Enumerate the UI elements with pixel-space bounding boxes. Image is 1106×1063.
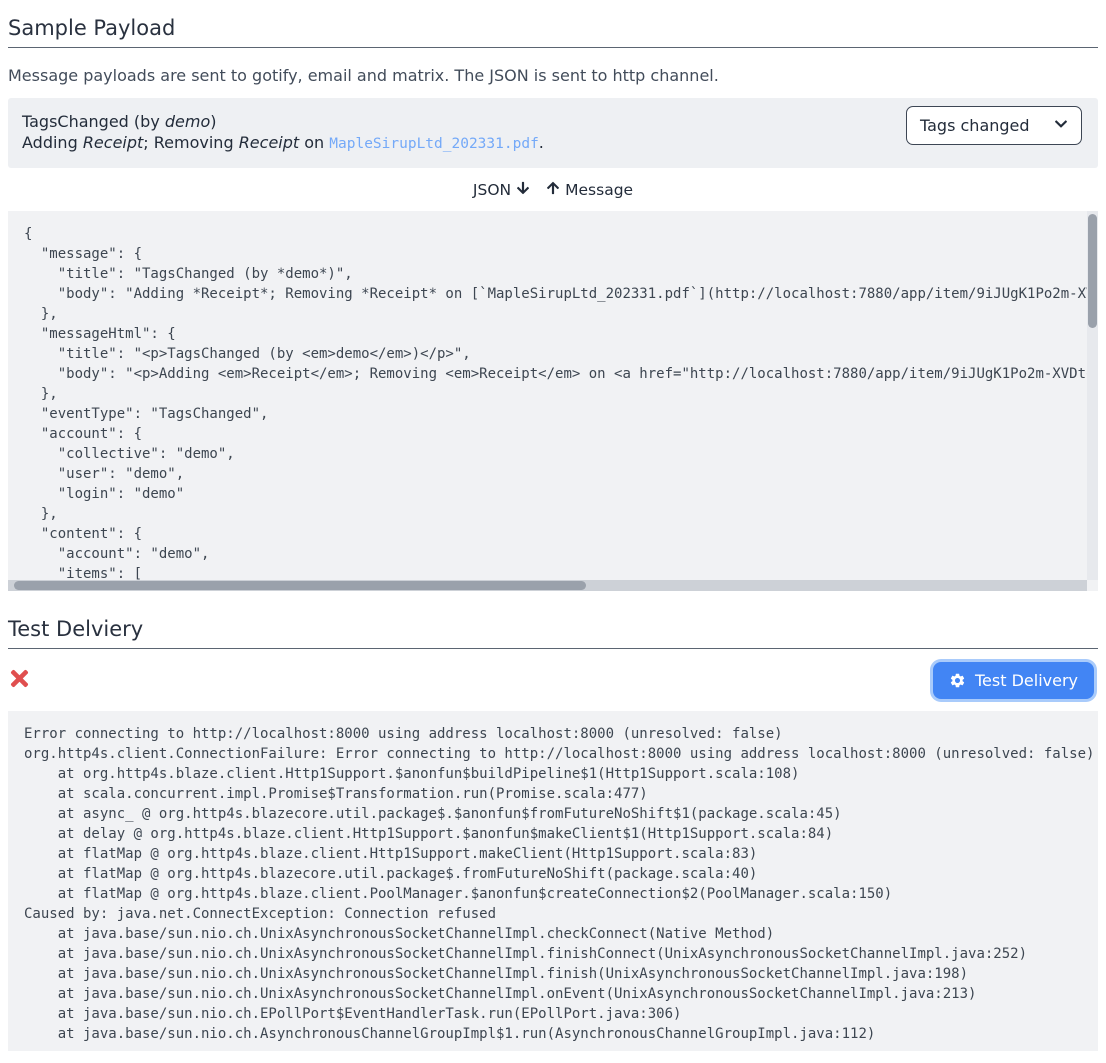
test-delivery-button[interactable]: Test Delivery bbox=[933, 662, 1094, 699]
event-summary-line: TagsChanged (by demo) bbox=[22, 111, 544, 132]
tag-removed: Receipt bbox=[239, 133, 299, 152]
sample-payload-title: Sample Payload bbox=[8, 16, 1098, 48]
message-view-label: Message bbox=[565, 181, 633, 199]
payload-view-toggle: JSON Message bbox=[8, 181, 1098, 199]
event-detail-line: Adding Receipt; Removing Receipt on Mapl… bbox=[22, 132, 544, 155]
message-view-link[interactable]: Message bbox=[546, 181, 633, 199]
gear-icon bbox=[949, 672, 966, 689]
test-delivery-title: Test Delviery bbox=[8, 617, 1098, 649]
arrow-down-icon bbox=[516, 181, 530, 199]
notification-hook-page: Sample Payload Message payloads are sent… bbox=[0, 16, 1106, 1051]
json-payload-code: { "message": { "title": "TagsChanged (by… bbox=[8, 211, 1098, 591]
chevron-down-icon bbox=[1054, 116, 1068, 135]
json-vertical-scrollbar[interactable] bbox=[1087, 211, 1098, 580]
sample-event-box: TagsChanged (by demo) Adding Receipt; Re… bbox=[8, 98, 1098, 168]
event-type-select[interactable]: Tags changed bbox=[906, 106, 1082, 145]
tag-added: Receipt bbox=[83, 133, 143, 152]
payload-description: Message payloads are sent to gotify, ema… bbox=[8, 66, 1098, 85]
test-delivery-button-label: Test Delivery bbox=[975, 671, 1078, 690]
delivery-failed-x-icon bbox=[8, 666, 31, 695]
json-horizontal-scrollbar-thumb[interactable] bbox=[14, 581, 586, 590]
event-type-select-value: Tags changed bbox=[920, 116, 1030, 135]
delivery-error-block: Error connecting to http://localhost:800… bbox=[8, 711, 1098, 1051]
test-delivery-controls: Test Delivery bbox=[8, 662, 1098, 699]
json-horizontal-scrollbar[interactable] bbox=[8, 580, 1087, 591]
item-link[interactable]: MapleSirupLtd_202331.pdf bbox=[329, 136, 539, 152]
event-user: demo bbox=[165, 112, 210, 131]
json-vertical-scrollbar-thumb[interactable] bbox=[1088, 214, 1097, 328]
json-view-label: JSON bbox=[473, 181, 511, 199]
arrow-up-icon bbox=[546, 181, 560, 199]
sample-event-text: TagsChanged (by demo) Adding Receipt; Re… bbox=[22, 111, 544, 155]
json-payload-block: { "message": { "title": "TagsChanged (by… bbox=[8, 211, 1098, 591]
json-view-link[interactable]: JSON bbox=[473, 181, 530, 199]
delivery-error-code: Error connecting to http://localhost:800… bbox=[8, 711, 1098, 1051]
